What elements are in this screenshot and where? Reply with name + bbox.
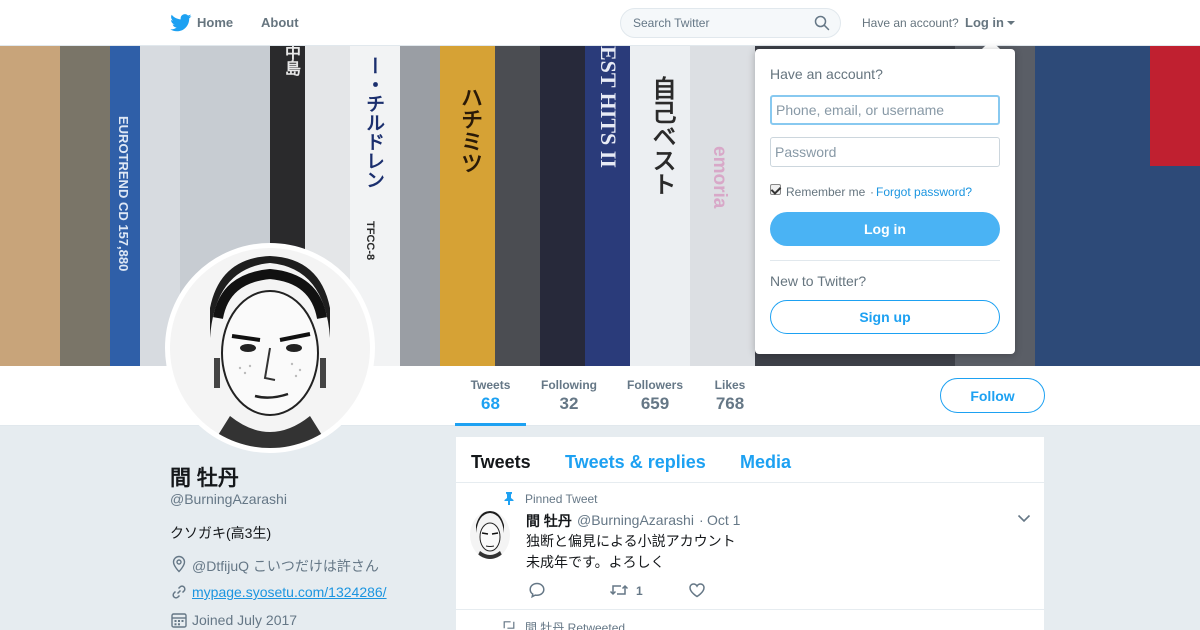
chevron-down-icon[interactable] <box>1007 21 1015 25</box>
search-input[interactable] <box>633 16 803 30</box>
dropdown-divider <box>770 260 1000 261</box>
pinned-tweet[interactable]: Pinned Tweet 間 牡丹 @BurningAzarashi · Oct… <box>456 483 1044 610</box>
active-tab-indicator <box>455 423 526 426</box>
tweet-author-handle[interactable]: @BurningAzarashi <box>577 512 694 528</box>
banner-spine: 自己ベスト <box>630 46 690 366</box>
signup-button[interactable]: Sign up <box>770 300 1000 334</box>
pin-icon <box>504 492 514 505</box>
timeline-tabs: Tweets Tweets & replies Media <box>456 437 1044 483</box>
profile-joined: Joined July 2017 <box>170 611 430 629</box>
tweet-avatar-image <box>470 511 510 559</box>
stat-value: 768 <box>715 394 745 413</box>
banner-spine <box>495 46 540 366</box>
tweet-avatar[interactable] <box>470 511 510 559</box>
banner-spine-text: ー・チルドレン <box>363 56 384 189</box>
profile-avatar[interactable] <box>165 243 375 453</box>
profile-url: mypage.syosetu.com/1324286/ <box>170 583 430 601</box>
follow-button[interactable]: Follow <box>940 378 1045 413</box>
dropdown-title: Have an account? <box>770 66 883 82</box>
stat-likes[interactable]: Likes 768 <box>708 378 752 414</box>
retweet-count: 1 <box>636 584 643 598</box>
login-button[interactable]: Log in <box>770 212 1000 246</box>
banner-spine: EUROTREND CD 157,880 <box>110 46 140 366</box>
stat-value: 68 <box>481 394 500 413</box>
remember-me-checkbox[interactable] <box>770 184 781 195</box>
profile-location: @DtfijuQ こいつだけは許さん <box>170 555 430 574</box>
banner-spine: ハチミツ <box>440 46 495 366</box>
profile-name[interactable]: 間 牡丹 <box>170 462 239 492</box>
heart-icon[interactable] <box>688 581 706 599</box>
login-dropdown: Have an account? Remember me · Forgot pa… <box>755 49 1015 354</box>
tweet-text-line: 独断と偏見による小説アカウント <box>526 533 736 549</box>
banner-spine: emoria <box>690 46 755 366</box>
banner-spine-text: TFCC-8 <box>364 221 376 261</box>
banner-spine-text: EUROTREND CD 157,880 <box>116 116 131 272</box>
stat-followers[interactable]: Followers 659 <box>622 378 688 414</box>
timeline: Tweets Tweets & replies Media Pinned Twe… <box>456 437 1044 630</box>
stat-label: Tweets <box>470 378 511 392</box>
twitter-bird-icon[interactable] <box>170 14 192 32</box>
banner-spine <box>400 46 440 366</box>
stat-label: Followers <box>626 378 683 392</box>
location-pin-icon <box>172 555 186 573</box>
tweet-author-name[interactable]: 間 牡丹 <box>526 511 572 531</box>
banner-spine: EST HITS II <box>585 46 630 366</box>
retweet-icon <box>503 621 515 629</box>
dropdown-arrow <box>982 40 1000 49</box>
stat-value: 659 <box>640 394 670 413</box>
nav-home-link[interactable]: Home <box>197 15 233 30</box>
have-account-text: Have an account? <box>862 16 959 30</box>
banner-spine-text: 中島 <box>282 46 299 76</box>
banner-spine <box>60 46 110 366</box>
banner-spine <box>0 46 60 366</box>
link-icon <box>172 585 186 599</box>
banner-spine-text: emoria <box>709 146 730 209</box>
tab-media[interactable]: Media <box>740 452 791 473</box>
retweeted-label: 間 牡丹 Retweeted <box>525 621 626 630</box>
location-text: @DtfijuQ こいつだけは許さん <box>192 558 379 574</box>
profile-handle[interactable]: @BurningAzarashi <box>170 491 287 507</box>
tab-tweets[interactable]: Tweets <box>471 452 531 473</box>
chevron-down-icon[interactable] <box>1017 513 1031 523</box>
banner-spine-text: 自己ベスト <box>648 76 675 196</box>
password-field[interactable] <box>770 137 1000 167</box>
nav-about-link[interactable]: About <box>261 15 299 30</box>
remember-me-label[interactable]: Remember me <box>786 185 865 199</box>
tweet-separator: · <box>699 512 704 528</box>
top-nav: Home About Have an account? Log in <box>0 0 1200 46</box>
tweet-text-line: 未成年です。よろしく <box>526 554 665 570</box>
search-box <box>620 8 841 38</box>
pinned-label: Pinned Tweet <box>525 492 598 506</box>
retweet-icon[interactable] <box>609 581 629 599</box>
stat-value: 32 <box>559 394 579 413</box>
banner-spine <box>1150 46 1200 166</box>
profile-url-link[interactable]: mypage.syosetu.com/1324286/ <box>192 584 387 600</box>
dropdown-separator: · <box>870 185 874 199</box>
banner-spine-text: ハチミツ <box>458 86 483 174</box>
new-to-twitter-label: New to Twitter? <box>770 273 867 289</box>
calendar-icon <box>171 613 187 628</box>
stat-label: Following <box>541 378 597 392</box>
tweet-date[interactable]: Oct 1 <box>707 512 740 528</box>
avatar-portrait-image <box>170 248 370 448</box>
stat-following[interactable]: Following 32 <box>536 378 602 414</box>
joined-text: Joined July 2017 <box>192 612 298 628</box>
profile-bio: クソガキ(高3生) <box>170 525 272 541</box>
banner-spine-text: EST HITS II <box>596 46 621 168</box>
forgot-password-link[interactable]: Forgot password? <box>876 185 972 199</box>
username-field[interactable] <box>770 95 1000 125</box>
nav-login-link[interactable]: Log in <box>965 15 1004 30</box>
stat-tweets[interactable]: Tweets 68 <box>465 378 516 414</box>
stat-label: Likes <box>714 378 746 392</box>
tab-tweets-replies[interactable]: Tweets & replies <box>565 452 706 473</box>
reply-icon[interactable] <box>528 581 546 599</box>
search-icon[interactable] <box>814 15 830 31</box>
banner-spine <box>540 46 585 366</box>
